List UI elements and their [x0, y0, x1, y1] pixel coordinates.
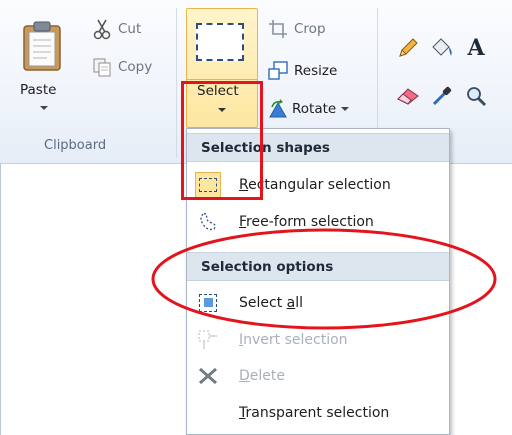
clipboard-icon: [23, 21, 61, 71]
paste-button[interactable]: Paste: [14, 14, 72, 122]
rotate-dropdown-arrow-icon: [341, 107, 350, 111]
crop-label: Crop: [294, 21, 326, 37]
clipboard-group-label: Clipboard: [44, 138, 107, 153]
invert-selection-label: Invert selection: [239, 331, 348, 348]
eraser-tool-button[interactable]: [394, 82, 422, 110]
resize-icon: [268, 61, 288, 80]
pencil-tool-button[interactable]: [394, 34, 422, 62]
cut-button[interactable]: Cut: [92, 16, 162, 42]
text-tool-button[interactable]: A: [462, 34, 490, 62]
transparent-selection-label: Transparent selection: [239, 404, 390, 421]
resize-label: Resize: [294, 63, 338, 79]
crop-button[interactable]: Crop: [268, 16, 358, 42]
transparent-selection-item[interactable]: Transparent selection: [187, 396, 449, 429]
canvas-left-border: [0, 163, 1, 435]
fill-tool-button[interactable]: [428, 34, 456, 62]
rotate-label: Rotate: [292, 101, 337, 117]
copy-label: Copy: [118, 59, 153, 75]
rotate-button[interactable]: Rotate: [268, 96, 378, 122]
magnifier-icon: [467, 87, 487, 107]
annotation-select-highlight: [181, 81, 263, 200]
paste-label: Paste: [20, 82, 57, 98]
crop-icon: [269, 20, 287, 38]
copy-button[interactable]: Copy: [92, 54, 172, 80]
magnifier-tool-button[interactable]: [462, 82, 490, 110]
resize-button[interactable]: Resize: [268, 58, 368, 84]
delete-icon: [195, 363, 221, 389]
color-picker-tool-button[interactable]: [428, 82, 456, 110]
text-icon: A: [467, 35, 485, 61]
group-separator: [176, 8, 177, 158]
eraser-icon: [397, 88, 419, 105]
paste-dropdown-arrow-icon: [40, 106, 48, 110]
selection-marquee-icon: [196, 23, 244, 61]
delete-label: Delete: [239, 367, 285, 384]
fill-icon: [432, 38, 452, 56]
cut-label: Cut: [118, 21, 142, 37]
delete-item[interactable]: Delete: [187, 359, 449, 392]
annotation-selection-options-ellipse: [151, 228, 497, 330]
copy-icon: [93, 58, 111, 77]
color-picker-icon: [432, 86, 452, 106]
pencil-icon: [399, 38, 418, 57]
select-split-divider: [187, 79, 257, 80]
rotate-icon: [269, 99, 287, 118]
scissors-icon: [93, 19, 111, 40]
transparent-selection-icon: [195, 400, 221, 426]
